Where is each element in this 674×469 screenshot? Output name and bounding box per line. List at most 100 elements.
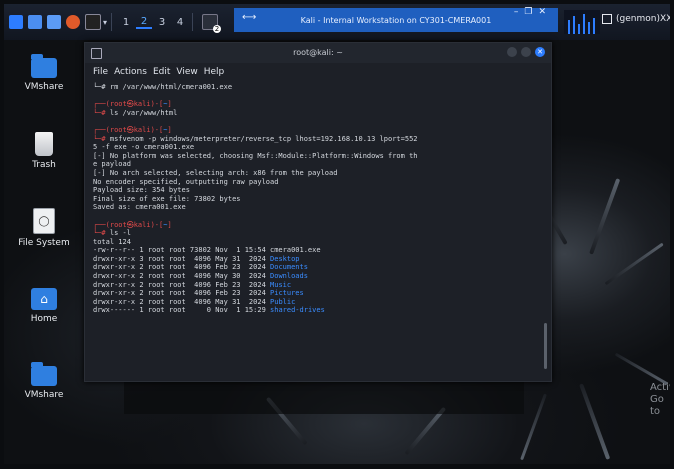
home-icon: ⌂	[31, 288, 57, 310]
terminal-text: Saved as: cmera001.exe	[93, 203, 186, 212]
terminal-line: [-] No arch selected, selecting arch: x8…	[93, 169, 543, 178]
terminal-text: └─#	[93, 108, 110, 117]
terminal-line: ┌──(root㉿kali)-[~]	[93, 100, 543, 109]
terminal-line: └─# ls /var/www/html	[93, 109, 543, 118]
terminal-text: root㉿kali	[109, 125, 151, 134]
desktop-icon-label: Trash	[32, 160, 56, 170]
terminal-text: drwx------ 1 root root 0 Nov 1 15:29	[93, 306, 271, 315]
terminal-text: No encoder specified, outputting raw pay…	[93, 177, 279, 186]
terminal-window-controls: ✕	[507, 47, 545, 57]
terminal-line: 5 -f exe -o cmera001.exe	[93, 143, 543, 152]
menu-view[interactable]: View	[176, 67, 197, 77]
desktop-icon-label: VMshare	[24, 82, 64, 92]
pin-icon: ⟷	[242, 12, 257, 23]
terminal-scrollbar[interactable]	[544, 323, 547, 369]
show-desktop-icon[interactable]	[28, 15, 42, 29]
wallpaper-spike	[520, 393, 547, 461]
terminal-text: drwxr-xr-x 2 root root 4096 Feb 23 2024	[93, 289, 271, 298]
minimize-icon[interactable]: –	[514, 7, 525, 17]
maximize-button[interactable]	[521, 47, 531, 57]
terminal-output[interactable]: └─# rm /var/www/html/cmera001.exe ┌──(ro…	[85, 81, 551, 317]
drive-icon: ◯	[33, 208, 55, 234]
terminal-text: ┌──(	[93, 100, 110, 109]
wallpaper-spike	[589, 178, 621, 255]
window-icon	[602, 14, 612, 24]
maximize-icon[interactable]: ❐	[524, 7, 538, 17]
terminal-line: No encoder specified, outputting raw pay…	[93, 178, 543, 187]
terminal-text: Downloads	[270, 272, 308, 281]
terminal-line: Saved as: cmera001.exe	[93, 203, 543, 212]
panel-separator	[111, 13, 113, 31]
close-icon[interactable]: ✕	[538, 7, 552, 17]
terminal-line: drwxr-xr-x 2 root root 4096 May 31 2024 …	[93, 298, 543, 307]
close-button[interactable]: ✕	[535, 47, 545, 57]
terminal-text: Final size of exe file: 73802 bytes	[93, 194, 241, 203]
desktop-icon-file-system[interactable]: ◯ File System	[8, 208, 80, 248]
terminal-line: drwxr-xr-x 3 root root 4096 May 31 2024 …	[93, 255, 543, 264]
terminal-text: ls /var/www/html	[109, 108, 178, 117]
wallpaper-spike	[404, 406, 447, 456]
terminal-text: ]	[167, 125, 172, 134]
terminal-text: ┌──(	[93, 220, 110, 229]
terminal-text: total 124	[93, 237, 131, 246]
active-task-title: Kali - Internal Workstation on CY301-CME…	[300, 15, 492, 25]
menu-actions[interactable]: Actions	[114, 67, 147, 77]
terminal-line: total 124	[93, 238, 543, 247]
firefox-icon[interactable]	[66, 15, 80, 29]
terminal-text: drwxr-xr-x 2 root root 4096 Feb 23 2024	[93, 263, 271, 272]
terminal-text: )-[	[150, 125, 164, 134]
desktop: ▾ 1 2 3 4 2 ⟷ Kali - Internal Workstatio…	[4, 4, 670, 464]
terminal-text: [-] No platform was selected, choosing M…	[93, 151, 418, 160]
terminal-line: ┌──(root㉿kali)-[~]	[93, 126, 543, 135]
activation-watermark: Activ Go to	[650, 382, 670, 418]
desktop-icon-trash[interactable]: Trash	[8, 132, 80, 170]
terminal-title: root@kali: ~	[293, 48, 343, 57]
menu-file[interactable]: File	[93, 67, 108, 77]
top-panel: ▾ 1 2 3 4 2 ⟷ Kali - Internal Workstatio…	[4, 4, 670, 40]
terminal-line: [-] No platform was selected, choosing M…	[93, 152, 543, 161]
terminal-line: drwxr-xr-x 2 root root 4096 Feb 23 2024 …	[93, 289, 543, 298]
wallpaper-spike	[614, 352, 669, 386]
file-manager-icon[interactable]	[47, 15, 61, 29]
workspace-4[interactable]: 4	[172, 17, 188, 28]
chevron-down-icon[interactable]: ▾	[103, 18, 107, 27]
terminal-text: 5 -f exe -o cmera001.exe	[93, 143, 195, 152]
terminal-text: drwxr-xr-x 2 root root 4096 May 31 2024	[93, 297, 271, 306]
panel-separator	[192, 13, 194, 31]
terminal-line: Final size of exe file: 73802 bytes	[93, 195, 543, 204]
desktop-icon-vmshare[interactable]: VMshare	[8, 54, 80, 92]
terminal-window[interactable]: root@kali: ~ ✕ File Actions Edit View He…	[84, 42, 552, 382]
terminal-line: Payload size: 354 bytes	[93, 186, 543, 195]
genmon-applet[interactable]: (genmon)XXX	[602, 14, 670, 24]
terminal-text: root㉿kali	[109, 220, 151, 229]
kali-menu-icon[interactable]	[9, 15, 23, 29]
menu-edit[interactable]: Edit	[153, 67, 170, 77]
menu-help[interactable]: Help	[204, 67, 225, 77]
terminal-text: [-] No arch selected, selecting arch: x8…	[93, 168, 338, 177]
active-task-button[interactable]: ⟷ Kali - Internal Workstation on CY301-C…	[234, 7, 558, 32]
cpu-graph-icon	[564, 10, 600, 34]
terminal-icon[interactable]	[85, 14, 101, 30]
workspace-2[interactable]: 2	[136, 16, 153, 29]
terminal-menubar: File Actions Edit View Help	[85, 63, 551, 81]
desktop-icon-home[interactable]: ⌂ Home	[8, 288, 80, 324]
terminal-text: )-[	[150, 100, 164, 109]
task-icon[interactable]: 2	[202, 14, 222, 33]
terminal-line: e payload	[93, 160, 543, 169]
terminal-text: Payload size: 354 bytes	[93, 186, 190, 195]
vm-window-controls: –❐✕	[514, 7, 552, 17]
terminal-text: Documents	[270, 263, 308, 272]
workspace-1[interactable]: 1	[118, 17, 134, 28]
terminal-text: shared-drives	[270, 306, 325, 315]
terminal-text: Pictures	[270, 289, 304, 298]
terminal-text: └─# rm /var/www/html/cmera001.exe	[93, 83, 233, 91]
terminal-text: ]	[167, 100, 172, 109]
desktop-icon-vmshare-2[interactable]: VMshare	[8, 362, 80, 400]
minimize-button[interactable]	[507, 47, 517, 57]
workspace-3[interactable]: 3	[154, 17, 170, 28]
terminal-titlebar[interactable]: root@kali: ~ ✕	[85, 43, 551, 63]
wallpaper-spike	[604, 242, 664, 286]
terminal-text: Public	[270, 297, 296, 306]
task-badge: 2	[213, 25, 222, 33]
